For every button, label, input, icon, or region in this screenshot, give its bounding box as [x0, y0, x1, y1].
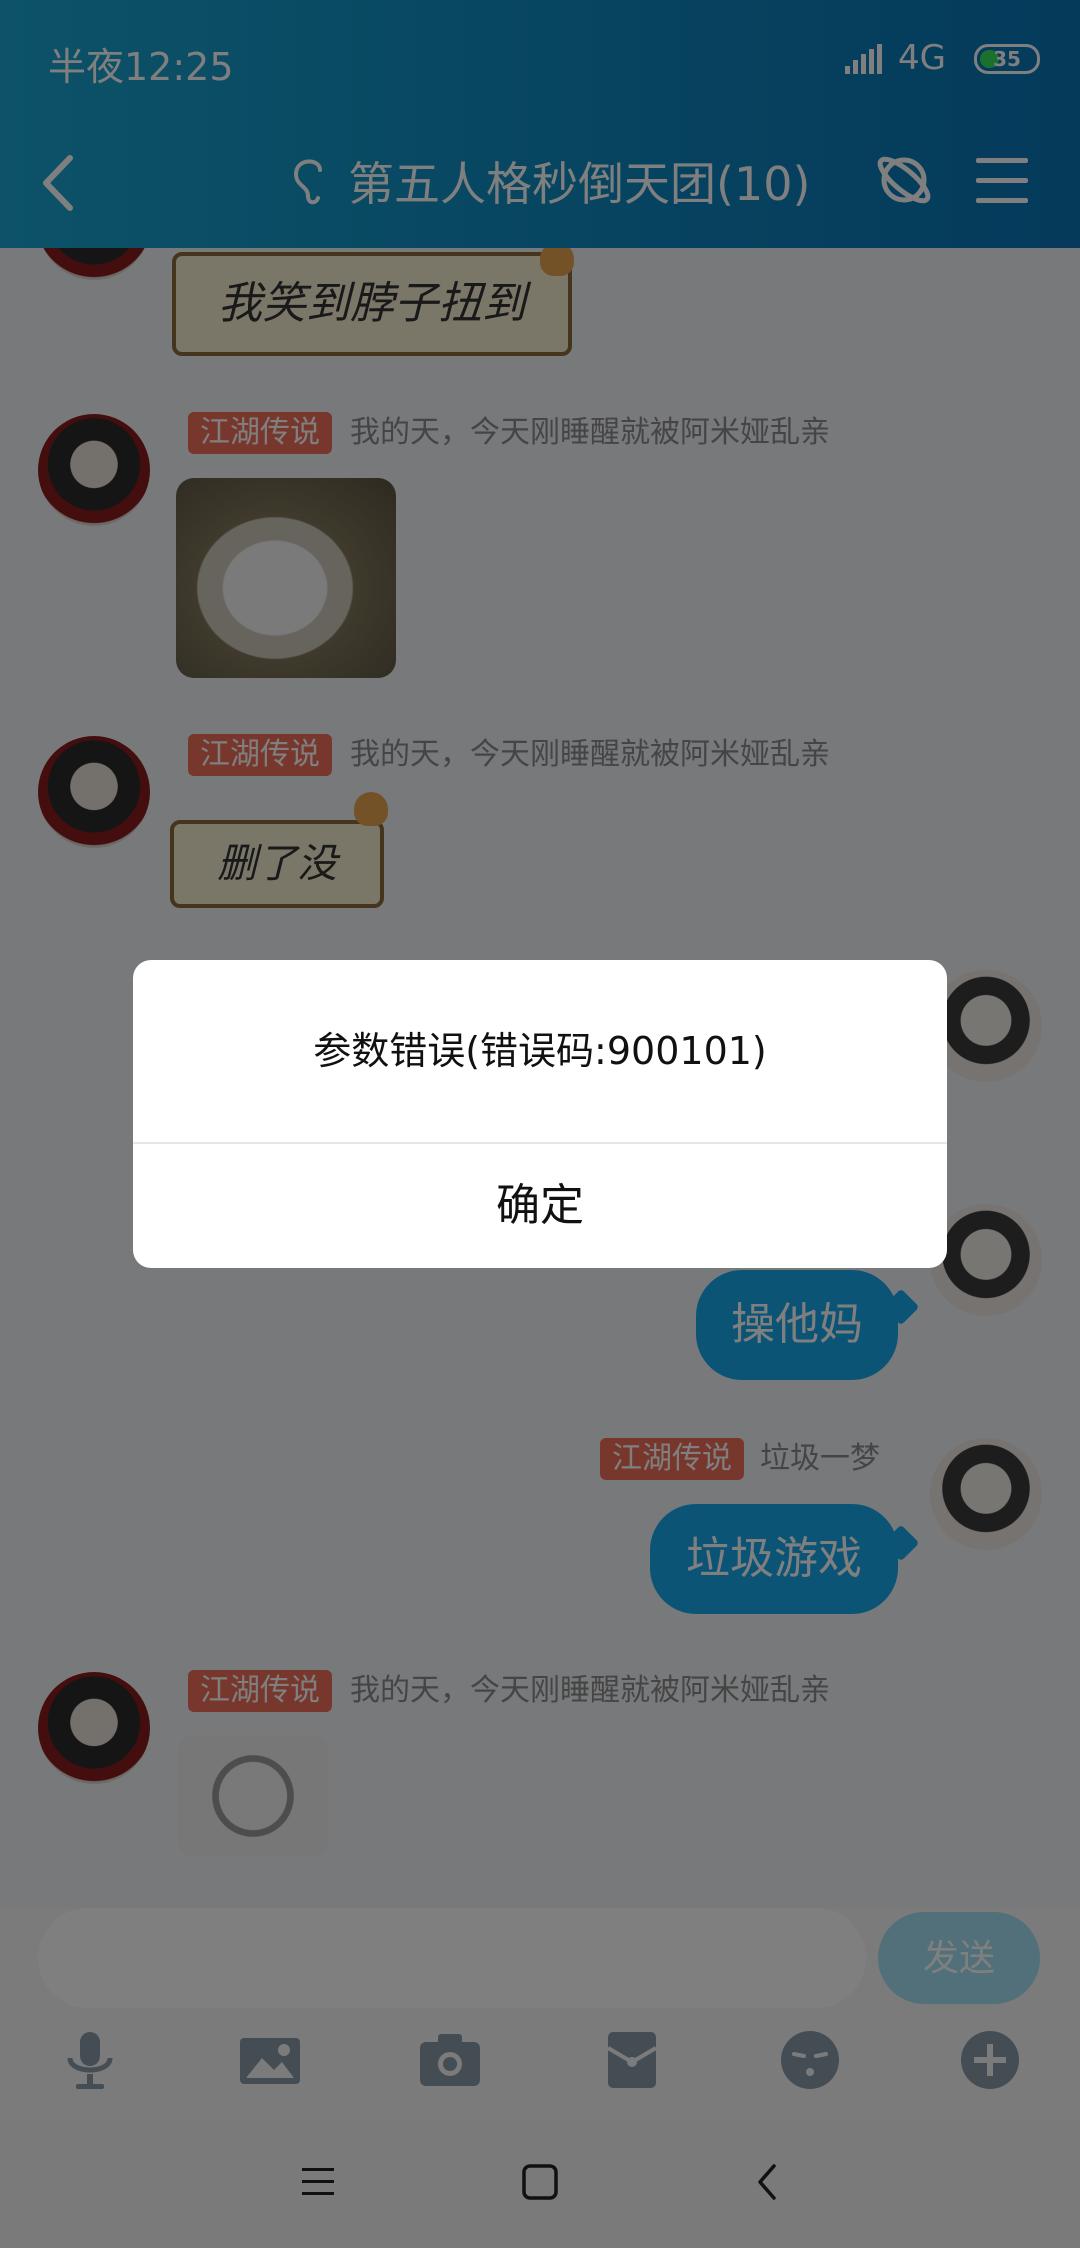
confirm-button[interactable]: 确定: [133, 1144, 947, 1268]
dialog-message: 参数错误(错误码:900101): [313, 1029, 767, 1073]
error-dialog: 参数错误(错误码:900101) 确定: [133, 960, 947, 1268]
